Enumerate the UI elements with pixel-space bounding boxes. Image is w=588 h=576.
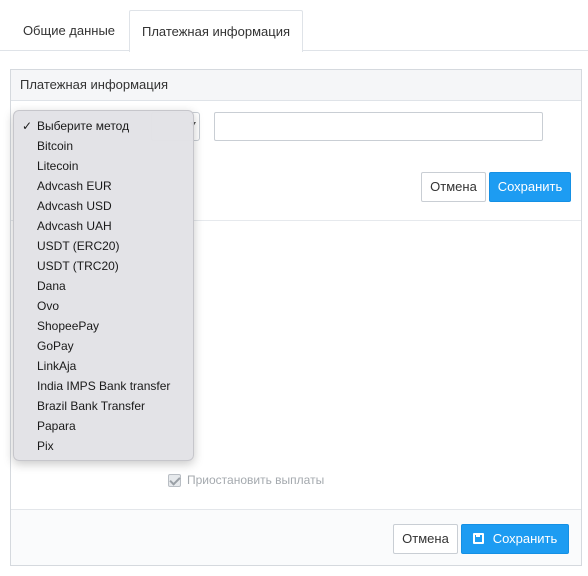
dropdown-option-label: Advcash EUR <box>37 179 112 193</box>
dropdown-option[interactable]: LinkAja <box>14 356 193 376</box>
dropdown-option-label: Выберите метод <box>37 119 130 133</box>
dropdown-option[interactable]: Advcash USD <box>14 196 193 216</box>
save-button[interactable]: Сохранить <box>489 172 571 202</box>
dropdown-option-label: Pix <box>37 439 54 453</box>
tab-general-data[interactable]: Общие данные <box>10 10 128 51</box>
panel-title: Платежная информация <box>11 70 581 101</box>
cancel-button[interactable]: Отмена <box>421 172 486 202</box>
dropdown-option[interactable]: Dana <box>14 276 193 296</box>
dropdown-option-label: Papara <box>37 419 76 433</box>
dropdown-option-label: Brazil Bank Transfer <box>37 399 146 413</box>
dropdown-option[interactable]: India IMPS Bank transfer <box>14 376 193 396</box>
dropdown-option[interactable]: Papara <box>14 416 193 436</box>
footer-save-label: Сохранить <box>492 531 558 546</box>
footer-cancel-button[interactable]: Отмена <box>393 524 458 554</box>
tab-payment-info[interactable]: Платежная информация <box>129 10 303 52</box>
suspend-payouts-checkbox[interactable] <box>168 473 181 487</box>
panel-footer: Отмена Сохранить <box>11 509 581 565</box>
dropdown-option[interactable]: Advcash UAH <box>14 216 193 236</box>
dropdown-option[interactable]: ShopeePay <box>14 316 193 336</box>
dropdown-option-label: India IMPS Bank transfer <box>37 379 171 393</box>
dropdown-option-label: USDT (ERC20) <box>37 239 120 253</box>
dropdown-option-label: LinkAja <box>37 359 77 373</box>
dropdown-option-label: Advcash USD <box>37 199 112 213</box>
dropdown-option[interactable]: USDT (ERC20) <box>14 236 193 256</box>
dropdown-option[interactable]: Ovo <box>14 296 193 316</box>
tab-bar: Общие данные Платежная информация <box>0 0 588 52</box>
dropdown-option[interactable]: ✓ Выберите метод <box>14 116 193 136</box>
dropdown-option[interactable]: GoPay <box>14 336 193 356</box>
dropdown-option[interactable]: USDT (TRC20) <box>14 256 193 276</box>
suspend-payouts-label: Приостановить выплаты <box>187 473 325 487</box>
dropdown-option[interactable]: Advcash EUR <box>14 176 193 196</box>
dropdown-option[interactable]: Bitcoin <box>14 136 193 156</box>
dropdown-option[interactable]: Litecoin <box>14 156 193 176</box>
checkmark-icon: ✓ <box>22 119 33 133</box>
dropdown-option-label: Dana <box>37 279 66 293</box>
dropdown-option-label: Bitcoin <box>37 139 74 153</box>
payment-method-dropdown[interactable]: ✓ Выберите метод Bitcoin Litecoin Advcash EU… <box>13 110 194 461</box>
dropdown-option-label: USDT (TRC20) <box>37 259 119 273</box>
dropdown-option[interactable]: Pix <box>14 436 193 456</box>
footer-save-button[interactable]: Сохранить <box>461 524 569 554</box>
dropdown-option-label: ShopeePay <box>37 319 100 333</box>
dropdown-option-label: Advcash UAH <box>37 219 112 233</box>
payment-details-input[interactable] <box>214 112 543 141</box>
suspend-payouts-row[interactable]: Приостановить выплаты <box>168 472 324 488</box>
dropdown-option[interactable]: Brazil Bank Transfer <box>14 396 193 416</box>
dropdown-option-label: Litecoin <box>37 159 79 173</box>
dropdown-option-label: GoPay <box>37 339 74 353</box>
floppy-disk-icon <box>472 533 484 544</box>
dropdown-option-label: Ovo <box>37 299 60 313</box>
